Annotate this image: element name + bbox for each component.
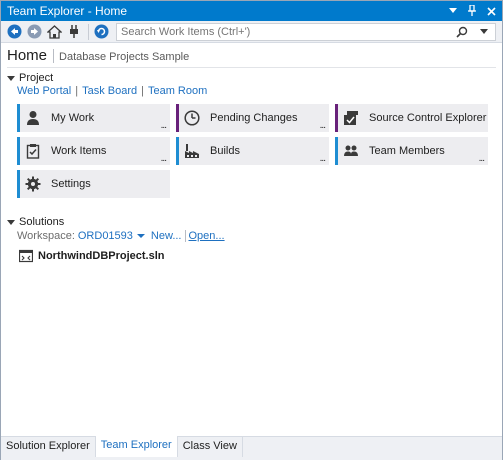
- tile-accent: [176, 137, 179, 165]
- back-icon[interactable]: [5, 23, 23, 41]
- tile-accent: [17, 104, 20, 132]
- new-solution-link[interactable]: New...: [151, 230, 182, 242]
- search-dropdown-icon[interactable]: [473, 28, 495, 35]
- collapse-triangle-icon[interactable]: [7, 75, 15, 81]
- header-divider: [7, 67, 496, 68]
- more-options-button[interactable]: ...: [161, 120, 167, 131]
- project-links: Web Portal | Task Board | Team Room: [17, 85, 207, 97]
- workspace-dropdown-icon[interactable]: [136, 234, 145, 238]
- bottom-tab-bar: Solution Explorer Team Explorer Class Vi…: [1, 436, 502, 460]
- tile-label: Pending Changes: [210, 112, 298, 124]
- link-separator: |: [141, 85, 144, 97]
- tile-accent: [17, 137, 20, 165]
- tile-accent: [335, 104, 338, 132]
- dropdown-icon[interactable]: [445, 3, 461, 19]
- task-board-link[interactable]: Task Board: [82, 85, 137, 97]
- project-name: Database Projects Sample: [59, 51, 190, 63]
- page-title: Home: [7, 47, 48, 64]
- tile-source-control-explorer[interactable]: Source Control Explorer: [335, 104, 488, 132]
- factory-icon: [184, 143, 200, 159]
- more-options-button[interactable]: ...: [320, 153, 326, 164]
- tile-label: Team Members: [369, 145, 445, 157]
- tile-accent: [176, 104, 179, 132]
- tile-team-members[interactable]: Team Members ...: [335, 137, 488, 165]
- tile-accent: [17, 170, 20, 198]
- person-icon: [25, 110, 41, 126]
- team-room-link[interactable]: Team Room: [148, 85, 207, 97]
- header-separator: [53, 48, 55, 63]
- link-separator: |: [75, 85, 79, 97]
- more-options-button[interactable]: ...: [479, 153, 485, 164]
- tile-my-work[interactable]: My Work ...: [17, 104, 170, 132]
- source-control-icon: [343, 110, 359, 126]
- gear-icon: [25, 176, 41, 192]
- pin-icon[interactable]: [464, 3, 480, 19]
- tile-label: Builds: [210, 145, 240, 157]
- project-section-label: Project: [19, 72, 54, 84]
- tile-pending-changes[interactable]: Pending Changes ...: [176, 104, 329, 132]
- tab-class-view[interactable]: Class View: [178, 437, 243, 457]
- close-icon[interactable]: [483, 3, 499, 19]
- toolbar-separator: [88, 23, 89, 40]
- toolbar: [1, 21, 502, 43]
- search-icon[interactable]: [451, 26, 473, 38]
- web-portal-link[interactable]: Web Portal: [17, 85, 71, 97]
- more-options-button[interactable]: ...: [161, 153, 167, 164]
- open-solution-link[interactable]: Open...: [189, 230, 225, 242]
- clock-icon: [184, 110, 200, 126]
- tile-label: Source Control Explorer: [369, 112, 487, 124]
- solutions-section-label: Solutions: [19, 216, 65, 228]
- tile-label: Settings: [51, 178, 91, 190]
- forward-icon[interactable]: [25, 23, 43, 41]
- page-header: Home Database Projects Sample: [7, 47, 189, 64]
- tile-builds[interactable]: Builds ...: [176, 137, 329, 165]
- clipboard-check-icon: [25, 143, 41, 159]
- connect-icon[interactable]: [65, 23, 83, 41]
- workspace-label: Workspace:: [17, 230, 75, 242]
- solutions-section-header[interactable]: Solutions: [7, 216, 64, 228]
- search-box[interactable]: [116, 22, 496, 41]
- collapse-triangle-icon[interactable]: [7, 219, 15, 225]
- tile-settings[interactable]: Settings: [17, 170, 170, 198]
- solution-item[interactable]: NorthwindDBProject.sln: [18, 249, 165, 263]
- workspace-row: Workspace: ORD01593 New... Open...: [17, 230, 225, 242]
- workspace-selector[interactable]: ORD01593: [78, 230, 133, 242]
- tile-accent: [335, 137, 338, 165]
- refresh-icon[interactable]: [92, 23, 110, 41]
- project-section-header[interactable]: Project: [7, 72, 53, 84]
- tab-solution-explorer[interactable]: Solution Explorer: [1, 437, 96, 457]
- link-separator: [184, 230, 186, 242]
- solution-name: NorthwindDBProject.sln: [38, 250, 165, 262]
- team-icon: [343, 143, 359, 159]
- search-input[interactable]: [117, 25, 451, 38]
- tile-work-items[interactable]: Work Items ...: [17, 137, 170, 165]
- home-icon[interactable]: [45, 23, 63, 41]
- more-options-button[interactable]: ...: [320, 120, 326, 131]
- window-title: Team Explorer - Home: [7, 4, 128, 18]
- solution-file-icon: [18, 249, 34, 263]
- title-bar: Team Explorer - Home: [1, 1, 502, 21]
- tile-label: Work Items: [51, 145, 107, 157]
- tile-label: My Work: [51, 112, 95, 124]
- team-explorer-window: Team Explorer - Home Search Work Items (…: [0, 0, 503, 460]
- tab-team-explorer[interactable]: Team Explorer: [95, 436, 178, 457]
